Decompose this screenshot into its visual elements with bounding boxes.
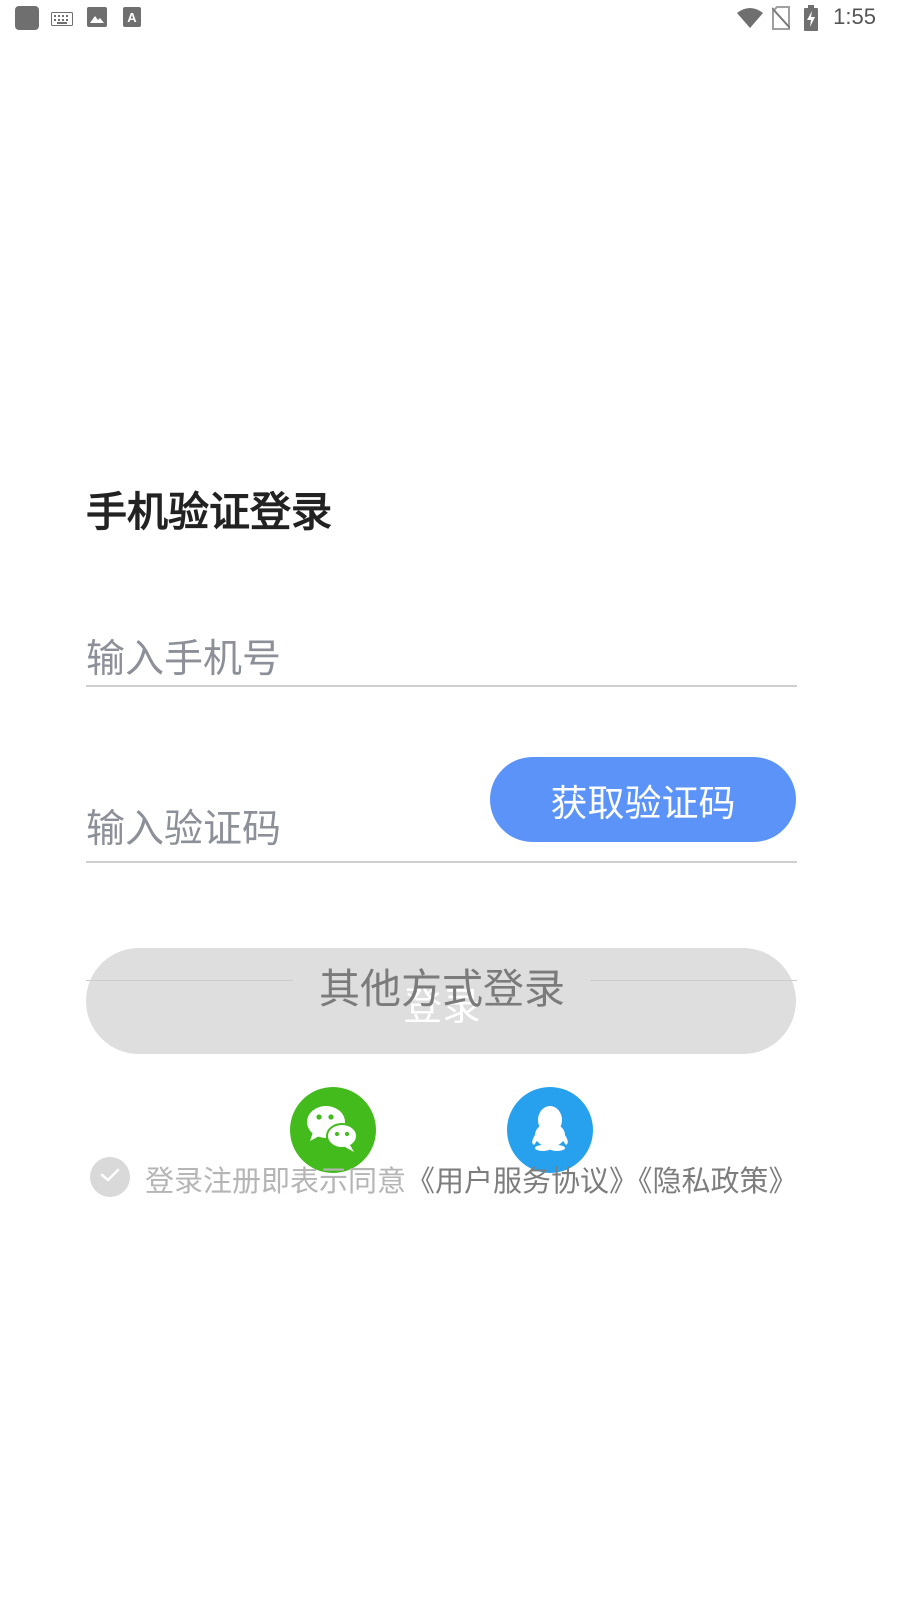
image-icon — [87, 7, 107, 31]
get-code-button[interactable]: 获取验证码 — [490, 757, 796, 842]
agreement-text: 登录注册即表示同意《用户服务协议》《隐私政策》 — [145, 1158, 798, 1200]
agreement-checkbox[interactable] — [90, 1157, 130, 1197]
wechat-icon — [302, 1101, 364, 1159]
code-input-underline — [86, 861, 797, 863]
phone-input-underline — [86, 685, 797, 687]
privacy-policy-link[interactable]: 《隐私政策》 — [638, 1164, 798, 1198]
other-login-label: 其他方式登录 — [319, 965, 565, 1013]
page-title: 手机验证登录 — [86, 488, 332, 536]
status-bar: A 1:55 — [0, 0, 900, 38]
status-time: 1:55 — [833, 4, 876, 29]
user-agreement-link[interactable]: 《用户服务协议》 — [406, 1164, 638, 1198]
app-square-icon — [14, 5, 40, 35]
agreement-prefix: 登录注册即表示同意 — [145, 1164, 407, 1198]
no-sim-icon — [771, 6, 791, 34]
checkmark-icon — [99, 1167, 121, 1187]
font-a-icon: A — [123, 7, 141, 31]
battery-charging-icon — [803, 5, 819, 35]
code-input[interactable]: 输入验证码 — [86, 798, 281, 854]
keyboard-icon — [51, 11, 73, 30]
phone-input[interactable]: 输入手机号 — [86, 628, 281, 684]
qq-icon — [528, 1103, 572, 1157]
wifi-icon — [737, 7, 763, 33]
svg-text:A: A — [127, 10, 137, 25]
